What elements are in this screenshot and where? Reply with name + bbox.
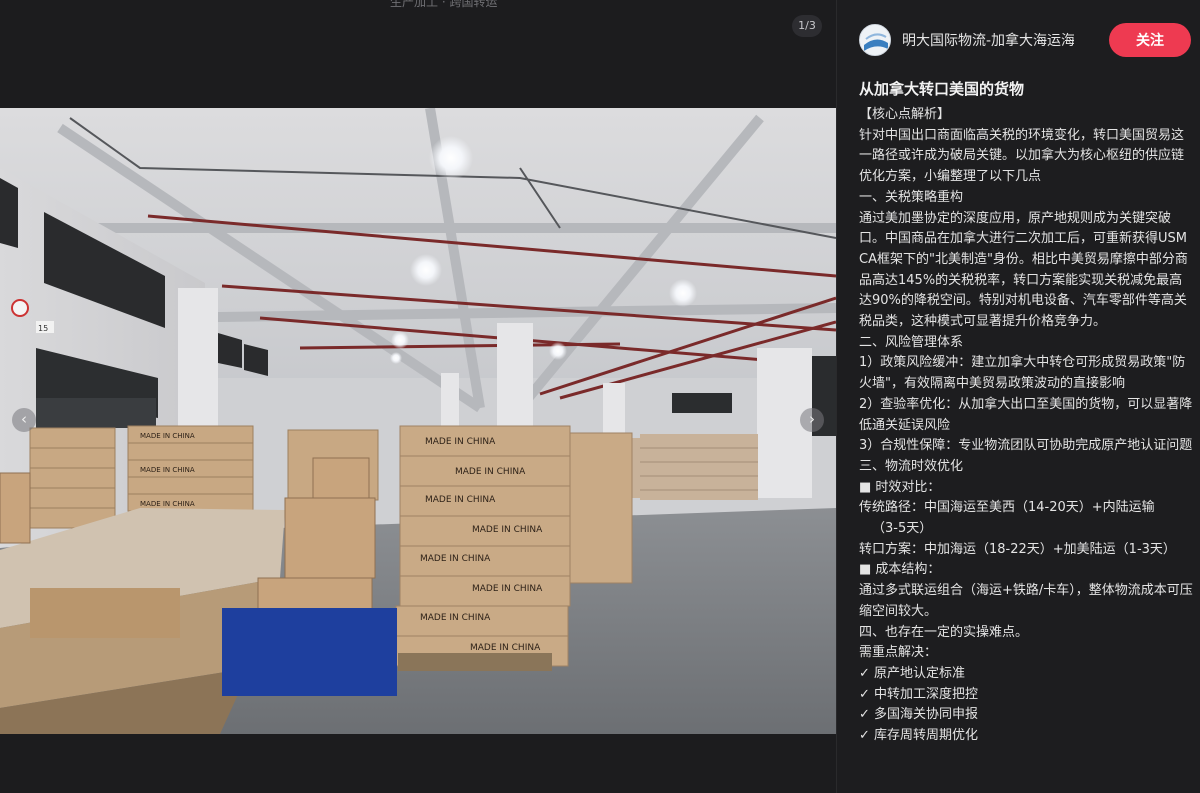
note-line: 1）政策风险缓冲：建立加拿大中转仓可形成贸易政策"防火墙"，有效隔离中美贸易政策…: [859, 355, 1186, 392]
note-line: ✓ 中转加工深度把控: [859, 686, 979, 702]
note-line: 二、风险管理体系: [859, 334, 964, 350]
chevron-left-icon: ‹: [21, 410, 27, 428]
box-label: MADE IN CHINA: [140, 432, 195, 440]
box-label: MADE IN CHINA: [425, 495, 496, 505]
note-line: 3）合规性保障：专业物流团队可协助完成原产地认证问题: [859, 438, 1193, 454]
wall-sign-number: 15: [38, 324, 48, 333]
note-line: ✓ 原产地认定标准: [859, 665, 966, 681]
note-line: 传统路径：中国海运至美西（14-20天）+内陆运输: [859, 500, 1155, 516]
note-body: 【核心点解析】 针对中国出口商面临高关税的环境变化，转口美国贸易这一路径或许成为…: [859, 105, 1194, 747]
box-label: MADE IN CHINA: [472, 525, 543, 535]
note-line: 2）查验率优化：从加拿大出口至美国的货物，可以显著降低通关延误风险: [859, 396, 1193, 433]
note-line: 四、也存在一定的实操难点。: [859, 624, 1029, 640]
next-image-button[interactable]: ›: [800, 408, 824, 432]
note-line: ■ 时效对比：: [859, 479, 941, 495]
avatar[interactable]: [859, 24, 891, 56]
note-line: 一、关税策略重构: [859, 189, 964, 205]
note-line: 转口方案：中加海运（18-22天）+加美陆运（1-3天）: [859, 541, 1176, 557]
prev-image-button[interactable]: ‹: [12, 408, 36, 432]
top-ghost-text: 生产加工 · 跨国转运: [0, 0, 836, 9]
image-counter: 1/3: [792, 15, 822, 37]
avatar-logo-icon: [860, 25, 890, 55]
chevron-right-icon: ›: [809, 410, 815, 428]
note-line: 针对中国出口商面临高关税的环境变化，转口美国贸易这一路径或许成为破局关键。以加拿…: [859, 127, 1185, 185]
box-label: MADE IN CHINA: [470, 643, 541, 653]
image-viewer: 生产加工 · 跨国转运 1/3 15 MADE IN CHINA MADE IN…: [0, 0, 836, 793]
note-line: ■ 成本结构：: [859, 562, 941, 578]
note-line: （3-5天）: [872, 521, 933, 537]
follow-button[interactable]: 关注: [1109, 23, 1191, 57]
box-label: MADE IN CHINA: [420, 554, 491, 564]
note-line: 三、物流时效优化: [859, 458, 964, 474]
note-line: 通过多式联运组合（海运+铁路/卡车），整体物流成本可压缩空间较大。: [859, 583, 1193, 619]
note-title: 从加拿大转口美国的货物: [859, 80, 1025, 98]
author-name[interactable]: 明大国际物流-加拿大海运海外仓: [902, 30, 1074, 50]
author-row: 明大国际物流-加拿大海运海外仓 关注: [859, 22, 1191, 58]
note-line: 【核心点解析】: [859, 107, 951, 122]
box-label: MADE IN CHINA: [420, 613, 491, 623]
note-line: 通过美加墨协定的深度应用，原产地规则成为关键突破口。中国商品在加拿大进行二次加工…: [859, 210, 1188, 330]
box-label: MADE IN CHINA: [472, 584, 543, 594]
note-line: ✓ 多国海关协同申报: [859, 707, 979, 723]
box-label: MADE IN CHINA: [455, 467, 526, 477]
note-panel: 明大国际物流-加拿大海运海外仓 关注 从加拿大转口美国的货物 【核心点解析】 针…: [836, 0, 1200, 793]
box-label: MADE IN CHINA: [425, 437, 496, 447]
note-line: 需重点解决：: [859, 645, 938, 661]
box-label: MADE IN CHINA: [140, 466, 195, 474]
warehouse-photo: 15 MADE IN CHINA MADE IN CHINA MADE IN C…: [0, 108, 836, 734]
box-label: MADE IN CHINA: [140, 500, 195, 508]
note-line: ✓ 库存周转周期优化: [859, 728, 979, 744]
top-ghost-left: 生产加工 · 跨国转运: [390, 0, 498, 9]
